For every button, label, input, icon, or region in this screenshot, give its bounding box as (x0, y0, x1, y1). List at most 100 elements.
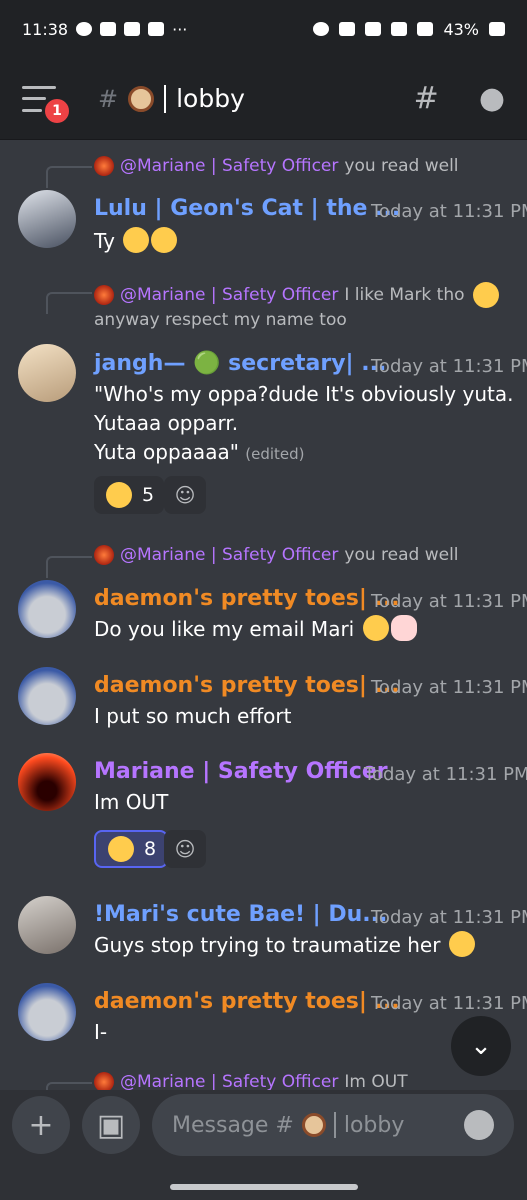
home-indicator (170, 1184, 358, 1190)
clock-time: 11:38 (22, 19, 69, 39)
message-text: "Who's my oppa?dude It's obviously yuta.… (94, 382, 514, 464)
reaction-sob[interactable]: 8 (94, 830, 169, 868)
reply-preview[interactable]: @Mariane | Safety Officer I like Mark th… (94, 282, 499, 308)
avatar[interactable] (18, 667, 76, 725)
message-text: I- (94, 1020, 108, 1044)
message-author[interactable]: jangh— 🟢 secretary| ... (94, 351, 386, 376)
avatar[interactable] (18, 190, 76, 248)
placeholder-channel: lobby (343, 1112, 405, 1138)
reply-text: I like Mark tho (344, 285, 465, 305)
data-saver-icon (313, 22, 330, 36)
battery-percent: 43% (443, 19, 479, 39)
status-bar: 11:38 ··· 43% (0, 0, 527, 58)
reply-preview[interactable]: @Mariane | Safety Officer you read well (94, 545, 459, 565)
reaction-sob[interactable]: 5 (94, 476, 165, 514)
plus-icon: + (28, 1107, 54, 1143)
chevron-down-icon: ⌄ (470, 1031, 492, 1061)
message-timestamp: Today at 11:31 PM (371, 201, 527, 222)
avatar (94, 285, 114, 305)
avatar (94, 1072, 114, 1090)
reaction-count: 8 (144, 838, 157, 860)
reply-spine (46, 1082, 92, 1090)
sob-emoji-icon (448, 931, 475, 957)
sob-emoji-icon (106, 482, 132, 508)
add-attachment-button[interactable]: + (12, 1096, 70, 1154)
message-input[interactable]: Message # lobby (152, 1094, 514, 1156)
message-timestamp: Today at 11:31 PM (371, 993, 527, 1014)
avatar (94, 156, 114, 176)
clock-emoji-icon (301, 1113, 326, 1137)
youtube-icon (124, 22, 141, 36)
message-text: I put so much effort (94, 704, 292, 728)
emoji-picker-icon[interactable] (464, 1110, 494, 1140)
divider (333, 1112, 336, 1138)
reply-text: you read well (344, 156, 459, 176)
message-timestamp: Today at 11:31 PM (371, 677, 527, 698)
message-timestamp: Today at 11:31 PM (371, 907, 527, 928)
message-timestamp: Today at 11:31 PM (364, 764, 527, 785)
menu-icon[interactable]: 1 (22, 85, 72, 126)
members-icon[interactable]: ● (479, 81, 505, 116)
sob-emoji-icon (108, 836, 134, 862)
reply-text: Im OUT (344, 1072, 408, 1090)
reply-spine (46, 166, 92, 188)
notification-badge: 1 (42, 95, 72, 126)
avatar[interactable] (18, 983, 76, 1041)
gift-icon: ▣ (96, 1107, 126, 1143)
reply-author: @Mariane | Safety Officer (120, 156, 339, 176)
avatar (94, 545, 114, 565)
reply-spine (46, 556, 92, 578)
message-timestamp: Today at 11:31 PM (371, 591, 527, 612)
avatar[interactable] (18, 344, 76, 402)
message-text: Do you like my email Mari (94, 615, 417, 644)
avatar[interactable] (18, 896, 76, 954)
message-text: Guys stop trying to traumatize her (94, 931, 475, 960)
gift-button[interactable]: ▣ (82, 1096, 140, 1154)
nfc-icon (339, 22, 356, 36)
battery-icon (489, 22, 505, 36)
sob-emoji-icon (151, 227, 178, 253)
avatar[interactable] (18, 753, 76, 811)
pleading-face-icon (362, 615, 389, 641)
message-list[interactable]: @Mariane | Safety Officer you read well … (0, 140, 527, 1090)
message-author[interactable]: daemon's pretty toes| ... (94, 586, 400, 611)
avatar[interactable] (18, 580, 76, 638)
edited-label: (edited) (245, 445, 305, 463)
locked-hash-icon: # (98, 84, 119, 113)
message-author[interactable]: daemon's pretty toes| ... (94, 673, 400, 698)
message-author[interactable]: daemon's pretty toes| ... (94, 989, 400, 1014)
add-reaction-icon[interactable]: ☺ (164, 830, 206, 868)
sob-emoji-icon (123, 227, 150, 253)
message-composer: + ▣ Message # lobby (0, 1090, 527, 1200)
reply-preview-line2: anyway respect my name too (94, 310, 347, 330)
shushing-face-icon (472, 282, 499, 308)
signal-icon (417, 22, 434, 36)
message-text: Ty (94, 227, 178, 256)
placeholder-prefix: Message # (172, 1112, 294, 1138)
channel-title[interactable]: # lobby (98, 84, 245, 113)
reaction-count: 5 (142, 484, 155, 506)
message-author[interactable]: Lulu | Geon's Cat | the ... (94, 196, 400, 221)
reply-text: you read well (344, 545, 459, 565)
message-timestamp: Today at 11:31 PM (371, 356, 527, 377)
message-author[interactable]: Mariane | Safety Officer (94, 759, 388, 784)
threads-icon[interactable]: # (414, 81, 439, 116)
youtube-icon (100, 22, 117, 36)
jump-to-bottom-button[interactable]: ⌄ (451, 1016, 511, 1076)
heart-hands-icon (390, 615, 417, 641)
channel-name: lobby (176, 84, 245, 113)
add-reaction-icon[interactable]: ☺ (164, 476, 206, 514)
reply-spine (46, 292, 92, 314)
reply-preview[interactable]: @Mariane | Safety Officer Im OUT (94, 1072, 408, 1090)
message-author[interactable]: !Mari's cute Bae! | Du... (94, 902, 387, 927)
more-notifications: ··· (172, 19, 188, 39)
reply-preview[interactable]: @Mariane | Safety Officer you read well (94, 156, 459, 176)
reply-author: @Mariane | Safety Officer (120, 1072, 339, 1090)
s-app-icon (148, 22, 165, 36)
divider (164, 84, 167, 113)
reply-author: @Mariane | Safety Officer (120, 285, 339, 305)
vibrate-icon (365, 22, 382, 36)
message-text: Im OUT (94, 790, 169, 814)
clock-emoji-icon (128, 85, 155, 112)
snapchat-icon (76, 22, 93, 36)
